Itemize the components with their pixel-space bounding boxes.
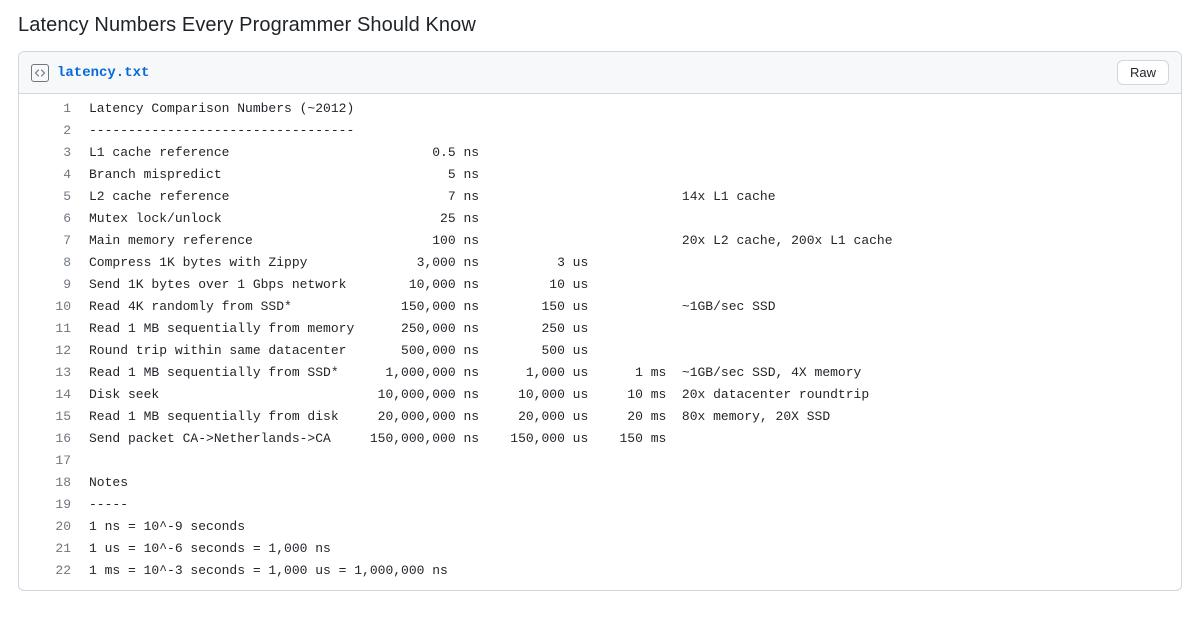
code-line: 18Notes	[19, 472, 1181, 494]
line-text: 1 ms = 10^-3 seconds = 1,000 us = 1,000,…	[89, 560, 448, 582]
file-header-left: latency.txt	[31, 64, 149, 82]
line-text: Notes	[89, 472, 128, 494]
line-number: 11	[19, 318, 89, 340]
line-number: 17	[19, 450, 89, 472]
filename[interactable]: latency.txt	[57, 65, 149, 81]
code-line: 4Branch mispredict 5 ns	[19, 164, 1181, 186]
line-number: 7	[19, 230, 89, 252]
code-line: 7Main memory reference 100 ns 20x L2 cac…	[19, 230, 1181, 252]
line-text: Round trip within same datacenter 500,00…	[89, 340, 588, 362]
line-number: 14	[19, 384, 89, 406]
line-text: -----	[89, 494, 128, 516]
code-line: 17	[19, 450, 1181, 472]
line-number: 3	[19, 142, 89, 164]
line-text: Send 1K bytes over 1 Gbps network 10,000…	[89, 274, 588, 296]
line-number: 18	[19, 472, 89, 494]
line-text: Disk seek 10,000,000 ns 10,000 us 10 ms …	[89, 384, 869, 406]
line-text: L2 cache reference 7 ns 14x L1 cache	[89, 186, 776, 208]
code-line: 14Disk seek 10,000,000 ns 10,000 us 10 m…	[19, 384, 1181, 406]
code-line: 201 ns = 10^-9 seconds	[19, 516, 1181, 538]
line-text: Read 1 MB sequentially from SSD* 1,000,0…	[89, 362, 861, 384]
code-line: 19-----	[19, 494, 1181, 516]
code-line: 221 ms = 10^-3 seconds = 1,000 us = 1,00…	[19, 560, 1181, 582]
line-number: 6	[19, 208, 89, 230]
code-line: 9Send 1K bytes over 1 Gbps network 10,00…	[19, 274, 1181, 296]
code-line: 11Read 1 MB sequentially from memory 250…	[19, 318, 1181, 340]
line-number: 16	[19, 428, 89, 450]
line-text: 1 us = 10^-6 seconds = 1,000 ns	[89, 538, 331, 560]
code-line: 8Compress 1K bytes with Zippy 3,000 ns 3…	[19, 252, 1181, 274]
code-line: 1Latency Comparison Numbers (~2012)	[19, 98, 1181, 120]
line-text: ----------------------------------	[89, 120, 354, 142]
code-line: 6Mutex lock/unlock 25 ns	[19, 208, 1181, 230]
code-body: 1Latency Comparison Numbers (~2012)2----…	[19, 94, 1181, 590]
line-text: 1 ns = 10^-9 seconds	[89, 516, 245, 538]
line-number: 20	[19, 516, 89, 538]
code-line: 12Round trip within same datacenter 500,…	[19, 340, 1181, 362]
code-line: 13Read 1 MB sequentially from SSD* 1,000…	[19, 362, 1181, 384]
line-text: Read 1 MB sequentially from disk 20,000,…	[89, 406, 830, 428]
code-line: 15Read 1 MB sequentially from disk 20,00…	[19, 406, 1181, 428]
line-number: 22	[19, 560, 89, 582]
line-text: Latency Comparison Numbers (~2012)	[89, 98, 354, 120]
file-header: latency.txt Raw	[19, 52, 1181, 94]
line-number: 10	[19, 296, 89, 318]
line-number: 21	[19, 538, 89, 560]
raw-button[interactable]: Raw	[1117, 60, 1169, 85]
line-text: Read 4K randomly from SSD* 150,000 ns 15…	[89, 296, 776, 318]
code-line: 2----------------------------------	[19, 120, 1181, 142]
line-number: 19	[19, 494, 89, 516]
line-number: 12	[19, 340, 89, 362]
file-box: latency.txt Raw 1Latency Comparison Numb…	[18, 51, 1182, 591]
code-line: 211 us = 10^-6 seconds = 1,000 ns	[19, 538, 1181, 560]
line-number: 15	[19, 406, 89, 428]
line-text: Compress 1K bytes with Zippy 3,000 ns 3 …	[89, 252, 588, 274]
line-text: Branch mispredict 5 ns	[89, 164, 479, 186]
code-icon	[31, 64, 49, 82]
code-line: 3L1 cache reference 0.5 ns	[19, 142, 1181, 164]
line-number: 1	[19, 98, 89, 120]
page-title: Latency Numbers Every Programmer Should …	[0, 0, 1200, 51]
line-text: Main memory reference 100 ns 20x L2 cach…	[89, 230, 893, 252]
line-text: Read 1 MB sequentially from memory 250,0…	[89, 318, 588, 340]
code-line: 10Read 4K randomly from SSD* 150,000 ns …	[19, 296, 1181, 318]
line-text: Mutex lock/unlock 25 ns	[89, 208, 479, 230]
code-line: 16Send packet CA->Netherlands->CA 150,00…	[19, 428, 1181, 450]
line-text: Send packet CA->Netherlands->CA 150,000,…	[89, 428, 666, 450]
line-number: 5	[19, 186, 89, 208]
code-line: 5L2 cache reference 7 ns 14x L1 cache	[19, 186, 1181, 208]
line-number: 2	[19, 120, 89, 142]
line-number: 9	[19, 274, 89, 296]
line-number: 8	[19, 252, 89, 274]
line-number: 13	[19, 362, 89, 384]
line-number: 4	[19, 164, 89, 186]
line-text: L1 cache reference 0.5 ns	[89, 142, 479, 164]
